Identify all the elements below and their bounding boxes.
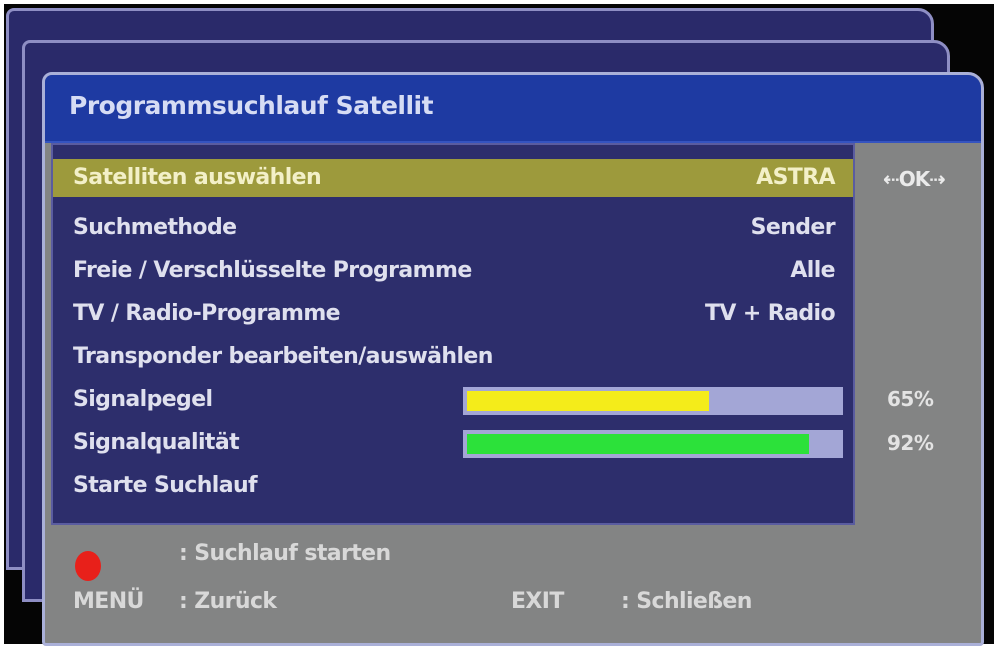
menu-row-search-method[interactable]: Suchmethode Sender	[53, 209, 853, 247]
menu-row-label: Freie / Verschlüsselte Programme	[73, 258, 472, 283]
menu-row-label: Satelliten auswählen	[73, 165, 322, 190]
signal-quality-percent: 92%	[887, 431, 934, 455]
menu-row-tv-radio[interactable]: TV / Radio-Programme TV + Radio	[53, 295, 853, 333]
menu-row-value: ASTRA	[756, 165, 835, 190]
footer-red-action: : Suchlauf starten	[179, 541, 391, 566]
footer-menu-key[interactable]: MENÜ	[73, 589, 144, 614]
dialog-title-bar: Programmsuchlauf Satellit	[45, 75, 981, 143]
menu-row-signal-level: Signalpegel	[53, 381, 853, 419]
footer-exit-key[interactable]: EXIT	[511, 589, 564, 614]
menu-row-label: Signalpegel	[73, 387, 213, 412]
menu-row-transponder[interactable]: Transponder bearbeiten/auswählen	[53, 338, 853, 376]
menu-row-free-encrypted[interactable]: Freie / Verschlüsselte Programme Alle	[53, 252, 853, 290]
footer-exit-action: : Schließen	[621, 589, 752, 614]
dialog-title: Programmsuchlauf Satellit	[69, 91, 434, 120]
menu-row-label: TV / Radio-Programme	[73, 301, 341, 326]
signal-quality-bar	[463, 430, 843, 458]
signal-quality-fill	[467, 434, 810, 454]
footer-menu-action: : Zurück	[179, 589, 277, 614]
satellite-scan-dialog: Programmsuchlauf Satellit Satelliten aus…	[42, 72, 984, 646]
menu-row-label: Transponder bearbeiten/auswählen	[73, 344, 493, 369]
menu-row-value: Sender	[750, 215, 836, 240]
menu-row-label: Signalqualität	[73, 430, 240, 455]
settings-panel: Satelliten auswählen ASTRA Suchmethode S…	[51, 143, 855, 525]
ok-navigation-hint: ⇠OK⇢	[883, 167, 946, 191]
signal-level-fill	[467, 391, 709, 411]
menu-row-label: Suchmethode	[73, 215, 237, 240]
menu-row-signal-quality: Signalqualität	[53, 424, 853, 462]
menu-row-value: TV + Radio	[705, 301, 836, 326]
menu-row-value: Alle	[790, 258, 835, 283]
menu-row-satellite[interactable]: Satelliten auswählen ASTRA	[53, 159, 853, 197]
signal-level-percent: 65%	[887, 387, 934, 411]
signal-level-bar	[463, 387, 843, 415]
red-circle-icon[interactable]	[75, 551, 101, 581]
menu-row-label: Starte Suchlauf	[73, 473, 258, 498]
menu-row-start-scan[interactable]: Starte Suchlauf	[53, 467, 853, 505]
